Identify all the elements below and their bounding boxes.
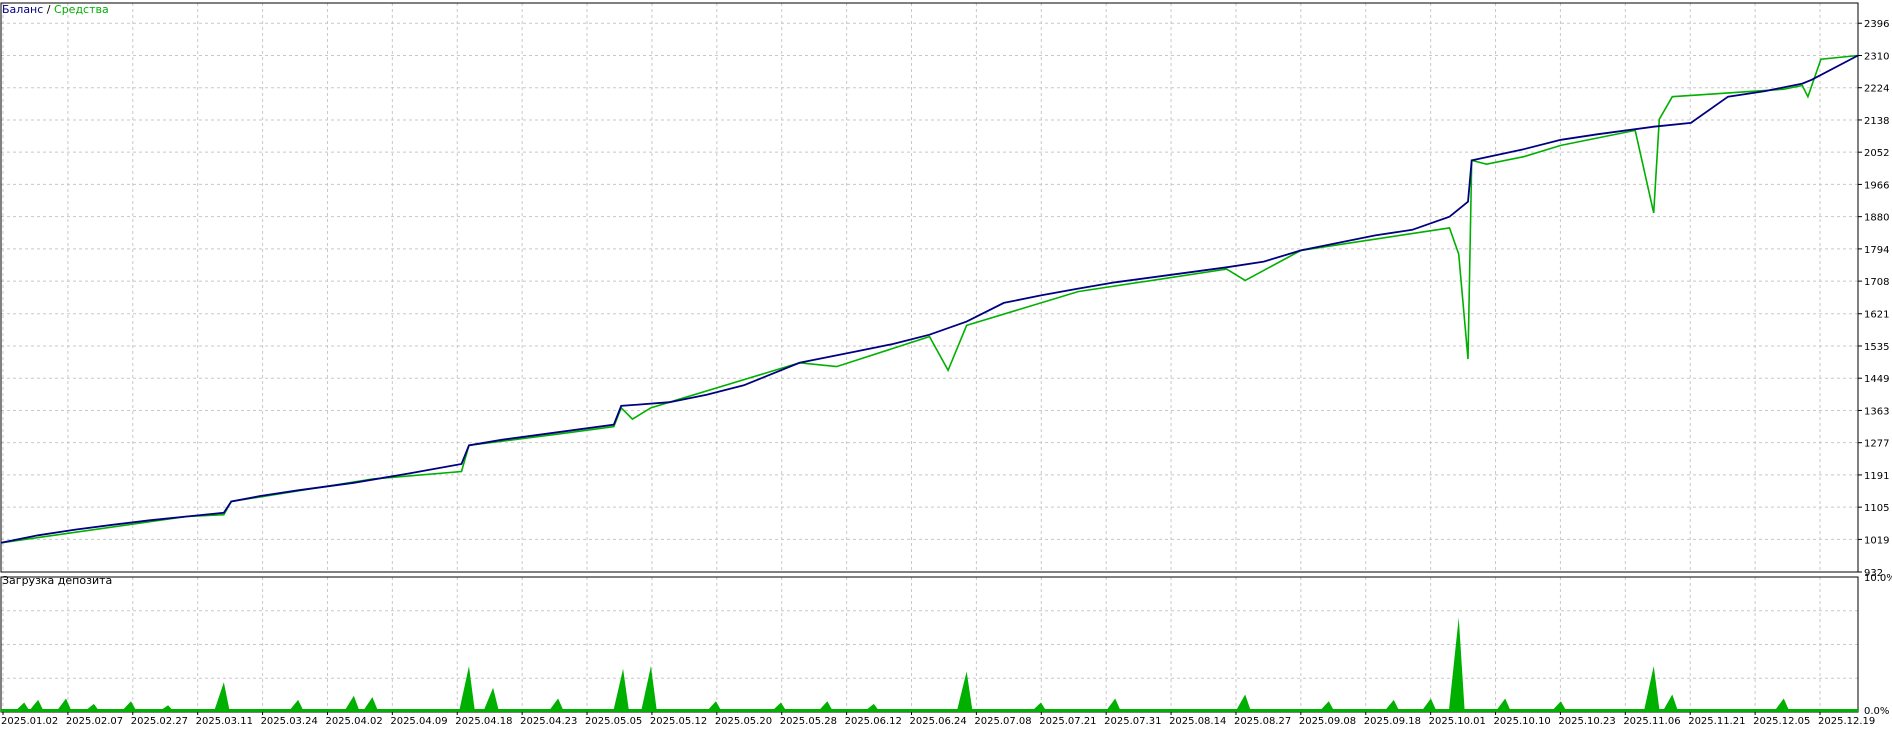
top-chart-grid [1,3,1858,573]
balance-line [0,54,1859,544]
x-tick-label: 2025.07.08 [974,716,1031,727]
x-tick-label: 2025.12.19 [1818,716,1875,727]
deposit-load-bars [1,617,1858,712]
load-spike [770,702,787,712]
x-tick-label: 2025.05.20 [715,716,772,727]
y-tick-label: 1449 [1864,374,1889,385]
x-tick-label: 2025.05.12 [650,716,707,727]
x-tick-label: 2025.04.23 [520,716,577,727]
deposit-load-title: Загрузка депозита [2,574,112,587]
y-tick-label: 2310 [1864,51,1889,62]
load-spike [362,697,379,712]
load-spike [1383,699,1400,712]
y-tick-label: 1363 [1864,406,1889,417]
load-spike [956,671,973,712]
load-baseline [1,709,1858,712]
load-spike [55,698,72,712]
y-tick-label: 1535 [1864,342,1889,353]
load-spike [120,701,137,712]
x-tick-label: 2025.04.02 [325,716,382,727]
x-tick-label: 2025.07.21 [1039,716,1096,727]
x-tick-label: 2025.09.08 [1299,716,1356,727]
load-spike [640,666,657,712]
y-tick-label: 2396 [1864,19,1889,30]
top-chart-frame [0,2,1859,573]
load-spike [863,703,880,712]
legend-equity: Средства [54,3,109,16]
x-tick-label: 2025.08.14 [1169,716,1226,727]
x-tick-label: 2025.06.24 [910,716,967,727]
load-spike [288,699,305,712]
x-tick-label: 2025.03.11 [196,716,253,727]
load-spike [1550,701,1567,712]
chart-canvas: 9321019110511911277136314491535162117081… [0,2,1892,727]
x-tick-label: 2025.10.10 [1494,716,1551,727]
x-tick-label: 2025.04.18 [455,716,512,727]
load-spike [613,668,630,712]
y-tick-label: 1105 [1864,503,1889,514]
legend-separator: / [43,3,54,16]
load-spike [1448,617,1465,712]
y-tick-label: 1621 [1864,310,1889,321]
load-spike [1662,694,1679,712]
x-tick-label: 2025.10.23 [1558,716,1615,727]
x-tick-label: 2025.03.24 [261,716,318,727]
chart-window: 932 1019 1105 1191 1277 1363 1449 1535 1621 1708 1… [0,0,1892,728]
y-tick-label: 1191 [1864,471,1889,482]
load-spike [158,705,175,712]
x-tick-label: 2025.05.05 [585,716,642,727]
load-spike [1420,698,1437,712]
x-tick-label: 2025.12.05 [1753,716,1810,727]
y-tick-label: 1880 [1864,213,1889,224]
load-spike [1105,698,1122,712]
load-spike [343,695,360,712]
x-tick-label: 2025.07.31 [1104,716,1161,727]
y-tick-label: 1966 [1864,180,1889,191]
y-tick-label: 1794 [1864,245,1889,256]
x-tick-label: 2025.11.06 [1623,716,1680,727]
y-tick-label: 2052 [1864,148,1889,159]
x-tick-label: 2025.09.18 [1364,716,1421,727]
load-spike [817,701,834,712]
y-tick-label: 2138 [1864,116,1889,127]
load-spike [83,703,100,712]
x-tick-label: 2025.06.12 [845,716,902,727]
load-spike [1030,702,1047,712]
y-tick-label: 1019 [1864,535,1889,546]
x-tick-label: 2025.04.09 [390,716,447,727]
x-tick-label: 2025.10.01 [1429,716,1486,727]
x-axis-ticks: 2025.01.02 2025.02.07 2025.02.27 2025.03.11… [1,712,1875,727]
load-spike [483,687,500,712]
series-group [0,54,1859,544]
y-tick-label: 2224 [1864,84,1889,95]
load-spike [1318,701,1335,712]
x-tick-label: 2025.02.27 [131,716,188,727]
x-tick-label: 2025.01.02 [1,716,58,727]
legend-balance: Баланс [2,3,43,16]
load-spike [14,702,31,712]
x-tick-label: 2025.11.21 [1688,716,1745,727]
x-tick-label: 2025.08.27 [1234,716,1291,727]
x-tick-label: 2025.05.28 [780,716,837,727]
equity-line [0,54,1859,544]
load-spike [705,701,722,712]
load-spike [28,699,45,712]
load-y-max-label: 10.0% [1864,573,1892,584]
load-spike [1643,666,1660,712]
load-spike [548,698,565,712]
legend: Баланс / Средства [2,3,109,16]
y-tick-label: 1277 [1864,439,1889,450]
load-spike [1773,698,1790,712]
load-spike [458,666,475,712]
x-tick-label: 2025.02.07 [66,716,123,727]
y-tick-label: 1708 [1864,277,1889,288]
y-axis-ticks: 9321019110511911277136314491535162117081… [1858,19,1892,717]
load-spike [1495,698,1512,712]
load-spike [1235,694,1252,712]
load-spike [213,682,230,712]
bottom-chart-grid [1,577,1858,712]
